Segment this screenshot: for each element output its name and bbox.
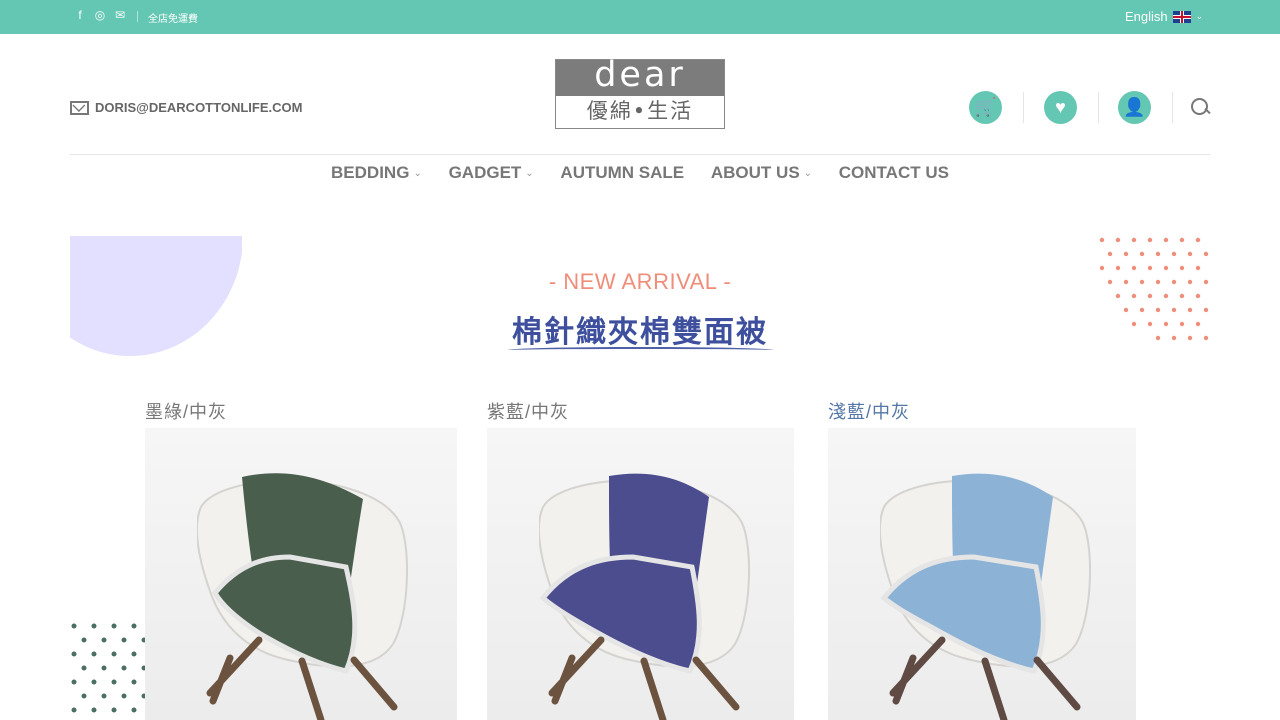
nav-item-label: AUTUMN SALE	[560, 163, 685, 182]
nav-item-label: CONTACT US	[838, 163, 949, 182]
dot-pattern	[71, 623, 145, 713]
account-button[interactable]: 👤	[1118, 91, 1151, 124]
main-navigation: BEDDING ⌄ GADGET ⌄ AUTUMN SALE ABOUT US ⌄ C…	[0, 163, 1280, 183]
nav-item-label: BEDDING	[331, 163, 410, 182]
nav-item-gadget[interactable]: GADGET ⌄	[449, 163, 534, 183]
product-caption: 紫藍/中灰	[487, 402, 570, 422]
top-bar-divider	[137, 11, 138, 22]
mail-icon[interactable]: ✉	[114, 9, 126, 22]
instagram-icon[interactable]: ◎	[94, 9, 106, 22]
promo-text: 全店免運費	[148, 14, 198, 25]
facebook-icon[interactable]: f	[74, 9, 86, 22]
product-caption: 淺藍/中灰	[828, 402, 911, 422]
header-separator	[70, 154, 1210, 155]
header-divider	[1172, 92, 1173, 123]
user-icon: 👤	[1123, 97, 1146, 117]
section-subtitle: - NEW ARRIVAL -	[548, 269, 732, 294]
search-button[interactable]	[1190, 97, 1210, 117]
product-card-dark-green[interactable]	[145, 428, 457, 720]
chevron-down-icon: ⌄	[1195, 11, 1204, 21]
language-label: English	[1125, 9, 1168, 24]
heart-icon: ♥	[1055, 97, 1066, 117]
email-address: DORIS@DEARCOTTONLIFE.COM	[95, 100, 303, 115]
envelope-icon	[70, 100, 89, 115]
nav-item-bedding[interactable]: BEDDING ⌄	[331, 163, 422, 183]
header-divider	[1098, 92, 1099, 123]
social-links: f ◎ ✉	[74, 9, 126, 22]
nav-item-contact-us[interactable]: CONTACT US	[839, 163, 949, 183]
cart-button[interactable]: 🛒	[969, 91, 1002, 124]
decorative-green-dots	[71, 623, 145, 713]
logo-chinese: 優綿•生活	[586, 99, 694, 123]
logo-dear: dear	[556, 58, 724, 96]
nav-item-label: GADGET	[448, 163, 522, 182]
site-logo[interactable]: dear 優綿•生活	[555, 58, 725, 129]
cart-icon: 🛒	[974, 97, 997, 117]
product-card-light-blue[interactable]	[828, 428, 1136, 720]
chevron-down-icon: ⌄	[525, 167, 534, 179]
language-selector[interactable]: English ⌄	[1125, 9, 1203, 24]
nav-item-about-us[interactable]: ABOUT US ⌄	[711, 163, 812, 183]
header-divider	[1023, 92, 1024, 123]
nav-item-label: ABOUT US	[710, 163, 800, 182]
section-title: 棉針織夾棉雙面被	[512, 316, 768, 349]
chair-blanket-image	[539, 473, 751, 720]
chevron-down-icon: ⌄	[413, 167, 422, 179]
nav-item-autumn-sale[interactable]: AUTUMN SALE	[560, 163, 684, 183]
uk-flag-icon	[1172, 10, 1191, 23]
chair-blanket-image	[197, 473, 409, 720]
chevron-down-icon: ⌄	[803, 167, 813, 179]
email-link[interactable]: DORIS@DEARCOTTONLIFE.COM	[70, 100, 302, 115]
top-bar: f ◎ ✉ 全店免運費 English ⌄	[0, 0, 1280, 34]
wishlist-button[interactable]: ♥	[1044, 91, 1077, 124]
product-caption: 墨綠/中灰	[145, 402, 228, 422]
title-underline	[508, 347, 773, 353]
chair-blanket-image	[880, 473, 1092, 720]
product-card-violet-blue[interactable]	[487, 428, 794, 720]
